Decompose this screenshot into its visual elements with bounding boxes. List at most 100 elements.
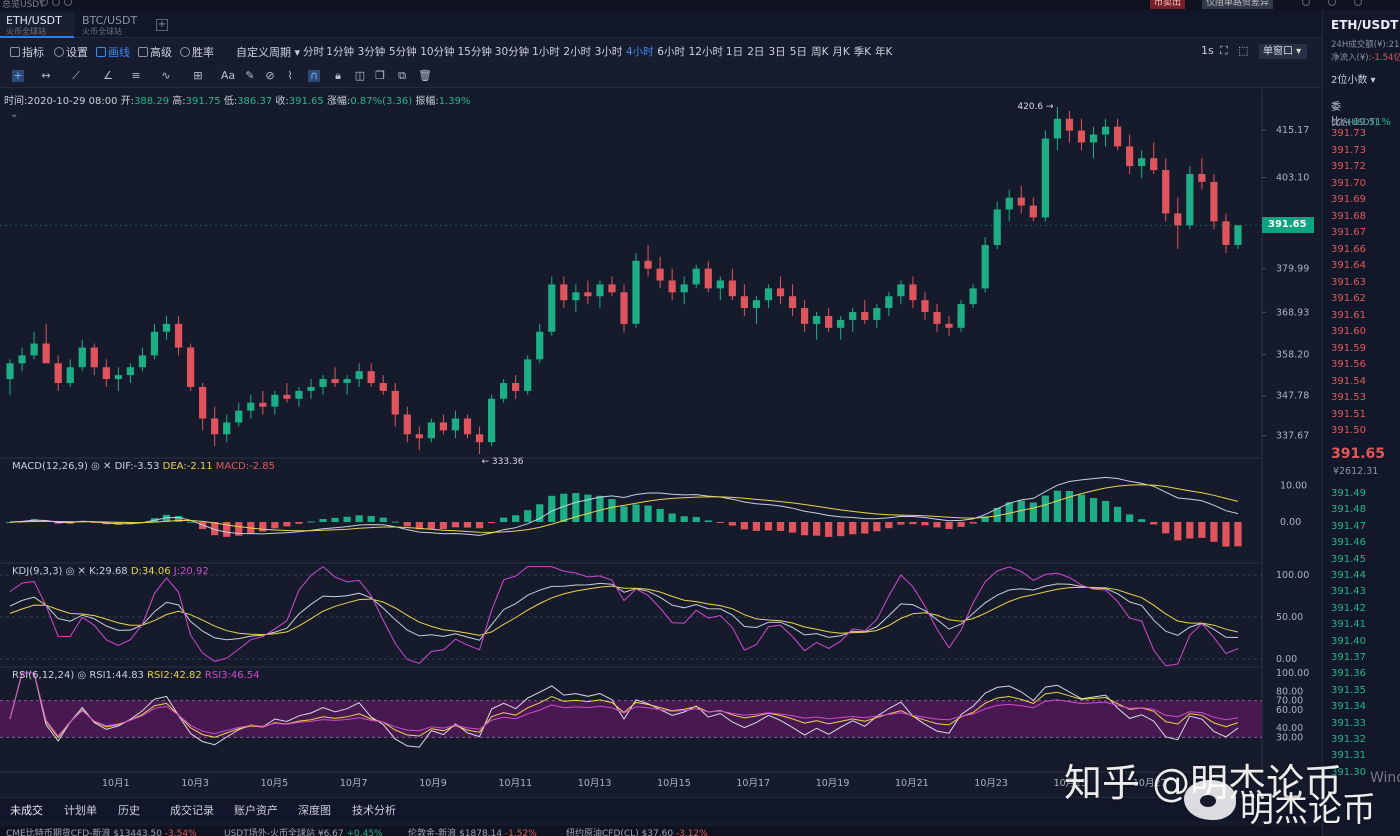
ask-price[interactable]: 391.59 [1331,343,1366,354]
bid-price[interactable]: 391.42 [1331,603,1366,614]
rectangle-tool-icon[interactable]: ⊞ [192,70,204,82]
sell-button[interactable]: 币卖出 [1150,0,1186,9]
winrate-button[interactable]: 胜率 [180,44,214,60]
period-11[interactable]: 6小时 [657,44,685,59]
lock-tool-icon[interactable]: 🔒︎ [332,70,344,82]
bid-price[interactable]: 391.40 [1331,636,1366,647]
advanced-button[interactable]: 高级 [138,44,172,60]
period-18[interactable]: 月K [832,44,849,59]
ruler-tool-icon[interactable]: ⌇ [284,70,296,82]
period-4[interactable]: 10分钟 [420,44,454,59]
interval-1s-button[interactable]: 1s [1201,44,1214,57]
crosshair-tool-icon[interactable]: + [12,70,24,82]
bid-price[interactable]: 391.47 [1331,521,1366,532]
bottom-tab[interactable]: 技术分析 [352,802,396,818]
ticker-item[interactable]: 伦敦金-新浪 $1878.14 -1.52% [408,826,537,836]
ask-price[interactable]: 391.63 [1331,277,1366,288]
bottom-tab[interactable]: 未成交 [10,802,43,818]
settings-icon[interactable] [52,0,60,6]
ask-price[interactable]: 391.51 [1331,409,1366,420]
bid-price[interactable]: 391.44 [1331,570,1366,581]
tab-btc-usdt[interactable]: BTC/USDT 火币全球站 [76,12,150,38]
trend-line-tool-icon[interactable]: ⟋ [70,70,82,82]
user-icon[interactable] [1354,0,1362,6]
period-16[interactable]: 5日 [790,44,807,59]
macd-name[interactable]: MACD(12,26,9) [12,461,88,472]
decimals-dropdown[interactable]: 2位小数 ▾ [1331,71,1376,86]
horizontal-line-tool-icon[interactable]: ↔ [40,70,52,82]
bid-price[interactable]: 391.33 [1331,718,1366,729]
ask-price[interactable]: 391.73 [1331,128,1366,139]
period-5[interactable]: 15分钟 [458,44,492,59]
indicators-button[interactable]: 指标 [10,44,44,60]
collapse-chevron-icon[interactable]: ⌄ [10,109,18,120]
parallel-lines-tool-icon[interactable]: ≡ [130,70,142,82]
rsi-name[interactable]: RSI(6,12,24) [12,670,74,681]
help-icon[interactable] [40,0,48,6]
angle-tool-icon[interactable]: ∠ [102,70,114,82]
ask-price[interactable]: 391.56 [1331,359,1366,370]
bid-price[interactable]: 391.45 [1331,554,1366,565]
account-button[interactable]: 仅阻单路资差异 [1202,0,1274,9]
ask-price[interactable]: 391.72 [1331,161,1366,172]
bid-price[interactable]: 391.48 [1331,504,1366,515]
template-tool-icon[interactable]: ⧉ [396,70,408,82]
ask-price[interactable]: 391.53 [1331,392,1366,403]
bottom-tab[interactable]: 账户资产 [234,802,278,818]
bid-price[interactable]: 391.49 [1331,488,1366,499]
bottom-tab[interactable]: 计划单 [64,802,97,818]
refresh-icon[interactable] [64,0,72,6]
bid-price[interactable]: 391.46 [1331,537,1366,548]
bid-price[interactable]: 391.36 [1331,668,1366,679]
period-14[interactable]: 2日 [747,44,764,59]
chart-area[interactable]: ⌄ 415.17 403.10 379.99 368.93 358.20 347.78 337… [0,89,1322,786]
ask-price[interactable]: 391.68 [1331,211,1366,222]
bottom-tab[interactable]: 成交记录 [170,802,214,818]
ticker-item[interactable]: USDT场外-火币全球站 ¥6.67 +0.45% [224,826,383,836]
ask-price[interactable]: 391.64 [1331,260,1366,271]
ask-price[interactable]: 391.69 [1331,194,1366,205]
period-8[interactable]: 2小时 [563,44,591,59]
period-10[interactable]: 4小时 [626,44,654,59]
period-1[interactable]: 1分钟 [326,44,354,59]
single-window-dropdown[interactable]: 单窗口 ▾ [1259,44,1307,59]
add-tab-button[interactable]: + [156,19,168,31]
tab-eth-usdt[interactable]: ETH/USDT 火币全球站 [0,12,74,38]
chart-canvas[interactable]: ⌄ 415.17 403.10 379.99 368.93 358.20 347.78 337… [0,89,1322,786]
period-7[interactable]: 1小时 [532,44,560,59]
period-20[interactable]: 年K [875,44,892,59]
bottom-tab[interactable]: 深度图 [298,802,331,818]
bid-price[interactable]: 391.37 [1331,652,1366,663]
magnet-tool-icon[interactable]: ∩ [308,70,320,82]
ask-price[interactable]: 391.70 [1331,178,1366,189]
ask-price[interactable]: 391.54 [1331,376,1366,387]
period-12[interactable]: 12小时 [689,44,723,59]
fullscreen-icon[interactable]: ⛶ [1220,44,1228,58]
period-3[interactable]: 5分钟 [389,44,417,59]
bid-price[interactable]: 391.43 [1331,586,1366,597]
visibility-tool-icon[interactable]: ◫ [354,70,366,82]
period-0[interactable]: 分时 [303,44,324,59]
period-9[interactable]: 3小时 [595,44,623,59]
bid-price[interactable]: 391.34 [1331,701,1366,712]
ask-price[interactable]: 391.67 [1331,227,1366,238]
period-17[interactable]: 周K [811,44,828,59]
text-tool-icon[interactable]: Aa [220,70,236,82]
bid-price[interactable]: 391.41 [1331,619,1366,630]
ask-price[interactable]: 391.62 [1331,293,1366,304]
ask-price[interactable]: 391.66 [1331,244,1366,255]
custom-period-dropdown[interactable]: 自定义周期 ▾ [236,44,300,60]
period-19[interactable]: 季K [854,44,871,59]
bottom-tab[interactable]: 历史 [118,802,140,818]
draw-button[interactable]: 画线 [96,44,130,60]
notification-icon[interactable] [1302,0,1310,6]
period-13[interactable]: 1日 [726,44,743,59]
ask-price[interactable]: 391.61 [1331,310,1366,321]
ticker-item[interactable]: 纽约原油CFD(CL) $37.60 -3.12% [566,826,708,836]
period-2[interactable]: 3分钟 [358,44,386,59]
screenshot-icon[interactable]: ⬚ [1238,44,1248,57]
period-6[interactable]: 30分钟 [495,44,529,59]
brush-tool-icon[interactable]: ✎ [244,70,256,82]
copy-tool-icon[interactable]: ❐ [374,70,386,82]
trash-icon[interactable]: 🗑︎ [418,70,432,82]
